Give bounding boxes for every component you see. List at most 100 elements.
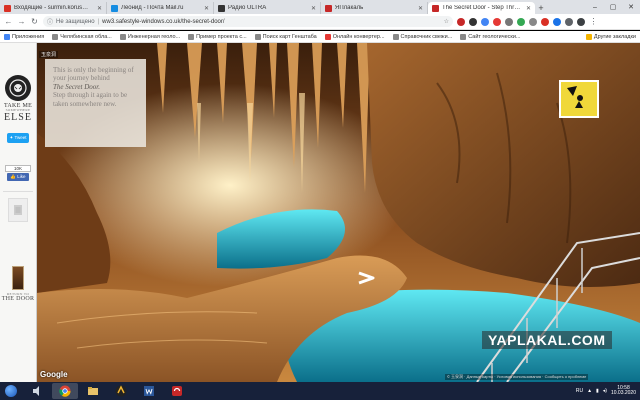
close-tab-icon[interactable]: ✕ (526, 5, 531, 12)
thumbs-up-icon: 👍 (10, 173, 17, 179)
document-icon[interactable] (8, 197, 28, 222)
close-tab-icon[interactable]: ✕ (311, 5, 316, 12)
street-view-panorama[interactable]: 玉泉洞 This is only the beginning of your j… (37, 43, 640, 382)
other-bookmarks[interactable]: Другие закладки (585, 33, 636, 40)
extension-icon[interactable] (481, 17, 489, 26)
network-icon[interactable]: ▮ (596, 388, 599, 394)
browser-tab[interactable]: ЯПлакаль ✕ (321, 2, 428, 14)
extension-icon[interactable] (493, 17, 501, 26)
taskbar-files[interactable] (80, 383, 106, 399)
address-bar[interactable]: ⓘ Не защищено | ww3.safestyle-windows.co… (43, 16, 453, 27)
mail-icon (111, 4, 118, 12)
extension-icon[interactable] (505, 17, 513, 26)
radio-icon (218, 4, 225, 12)
taskbar-winamp[interactable] (108, 383, 134, 399)
reload-icon[interactable]: ↻ (30, 17, 39, 26)
bookmark-icon (188, 33, 195, 40)
sidebar-divider (3, 190, 33, 192)
bookmark-icon (119, 33, 126, 40)
info-icon[interactable]: ⓘ (47, 17, 53, 26)
language-indicator[interactable]: RU (576, 388, 583, 394)
winamp-icon (115, 385, 127, 397)
extension-icon[interactable] (553, 17, 561, 26)
chrome-icon (59, 385, 71, 397)
extension-icon[interactable] (529, 17, 537, 26)
start-button[interactable] (0, 382, 22, 400)
tray-chevron-icon[interactable]: ▲ (587, 388, 592, 394)
speaker-icon (33, 386, 39, 396)
journey-info-box: This is only the beginning of your journ… (45, 59, 146, 147)
system-tray: RU ▲ ▮ ◂) 10:58 10.03.2020 (576, 385, 640, 397)
tab-strip: Входящие - surmin.korus@gmail.com ✕ Леон… (0, 0, 640, 14)
extension-icon[interactable] (457, 17, 465, 26)
clock[interactable]: 10:58 10.03.2020 (611, 385, 636, 397)
taskbar-yaplakal[interactable] (164, 383, 190, 399)
browser-tab[interactable]: Входящие - surmin.korus@gmail.com ✕ (0, 2, 107, 14)
browser-tab[interactable]: Леонид - Почта Mail.ru ✕ (107, 2, 214, 14)
extension-icon[interactable] (517, 17, 525, 26)
bookmark-item[interactable]: Челябинская обла... (52, 33, 112, 40)
forward-icon[interactable]: → (17, 17, 26, 26)
extension-icon[interactable] (565, 17, 573, 26)
door-thumbnail[interactable] (12, 265, 24, 290)
window-controls: – ▢ ✕ (586, 0, 640, 14)
back-icon[interactable]: ← (4, 17, 13, 26)
minimize-button[interactable]: – (586, 0, 604, 14)
bookmark-apps[interactable]: Приложения (4, 33, 44, 40)
location-tag: 玉泉洞 (39, 51, 59, 58)
gmail-icon (4, 4, 11, 12)
bookmark-star-icon[interactable]: ☆ (444, 18, 449, 25)
folder-icon (585, 33, 592, 40)
bookmark-icon (52, 33, 59, 40)
windows-logo-icon (5, 385, 17, 397)
return-to-door-link[interactable]: RETURN TO THE DOOR (2, 292, 35, 303)
maximize-button[interactable]: ▢ (604, 0, 622, 14)
page-content: TAKE ME SOMEWHERE ELSE ✦ Tweet 10K 👍 Lik… (0, 43, 640, 382)
secret-door-script-text: The Secret Door. (53, 82, 100, 91)
like-count: 10K (5, 164, 31, 172)
new-tab-button[interactable]: + (535, 2, 547, 14)
bookmark-icon (254, 33, 261, 40)
bookmarks-bar: Приложения Челябинская обла... Инженерна… (0, 31, 640, 43)
word-icon (144, 386, 154, 396)
taskbar-chrome[interactable] (52, 383, 78, 399)
bookmark-item[interactable]: Онлайн конвертер... (324, 33, 385, 40)
bookmark-icon (460, 33, 467, 40)
twitter-bird-icon: ✦ (9, 134, 14, 140)
close-window-button[interactable]: ✕ (622, 0, 640, 14)
yaplakal-icon (325, 4, 332, 12)
bookmark-item[interactable]: Справочник свежи... (392, 33, 452, 40)
secret-door-icon (432, 4, 439, 12)
folder-icon (88, 387, 98, 395)
browser-tab-active[interactable]: The Secret Door - Step Through ✕ (428, 2, 535, 14)
profile-avatar[interactable] (577, 17, 585, 26)
close-tab-icon[interactable]: ✕ (204, 5, 209, 12)
site-logo-text: TAKE ME SOMEWHERE ELSE (3, 103, 33, 123)
volume-icon[interactable]: ◂) (603, 388, 607, 394)
facebook-like-button[interactable]: 👍 Like (7, 172, 29, 181)
google-logo: Google (40, 370, 68, 379)
security-status: Не защищено (56, 18, 95, 25)
bookmark-item[interactable]: Сайт геологически... (460, 33, 521, 40)
bookmark-icon (392, 33, 399, 40)
browser-tab[interactable]: Радио ULTRA ✕ (214, 2, 321, 14)
bookmark-item[interactable]: Инженерная геоло... (119, 33, 180, 40)
move-forward-arrow-icon[interactable] (355, 271, 379, 285)
tweet-button[interactable]: ✦ Tweet (6, 132, 30, 143)
extension-icon[interactable] (541, 17, 549, 26)
lion-logo-icon[interactable] (5, 75, 31, 101)
taskbar-word[interactable] (136, 383, 162, 399)
close-tab-icon[interactable]: ✕ (418, 5, 423, 12)
watermark: YAPLAKAL.COM (482, 331, 612, 349)
falling-hazard-sign-icon (559, 80, 599, 118)
yaplakal-icon (172, 386, 182, 396)
taskbar-explorer[interactable] (24, 383, 50, 399)
browser-toolbar: ← → ↻ ⓘ Не защищено | ww3.safestyle-wind… (0, 14, 640, 30)
windows-taskbar: RU ▲ ▮ ◂) 10:58 10.03.2020 (0, 382, 640, 400)
map-attribution[interactable]: © 玉泉洞 · Данные карты · Условия использов… (445, 374, 589, 380)
extension-icon[interactable] (469, 17, 477, 26)
close-tab-icon[interactable]: ✕ (97, 5, 102, 12)
bookmark-item[interactable]: Пример проекта с... (188, 33, 247, 40)
menu-icon[interactable]: ⋮ (589, 17, 598, 26)
bookmark-item[interactable]: Поиск карт Генштаба (254, 33, 317, 40)
